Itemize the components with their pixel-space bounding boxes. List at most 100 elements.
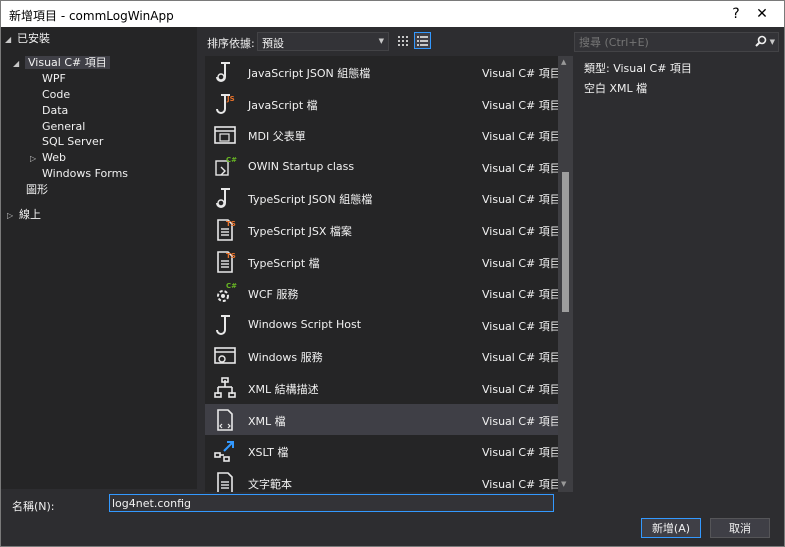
template-row[interactable]: MDI 父表單 Visual C# 項目 (205, 119, 558, 150)
template-language: Visual C# 項目 (482, 288, 558, 302)
sort-label: 排序依據: (207, 37, 255, 50)
dropdown-arrow-icon: ▼ (378, 37, 384, 45)
name-label: 名稱(N): (12, 500, 55, 513)
svg-text:TS: TS (226, 252, 236, 260)
category-tree: ◢ 已安裝 ◢ Visual C# 項目 WPF Code Data General… (1, 27, 197, 489)
mdi-form-icon (213, 123, 237, 147)
collapsed-arrow-icon[interactable]: ▷ (30, 151, 42, 167)
ts-file-icon: TS (213, 250, 237, 274)
tree-node-installed[interactable]: ◢ 已安裝 (5, 31, 50, 47)
tree-node-code[interactable]: Code (42, 87, 70, 103)
template-list: JavaScript JSON 組態檔 Visual C# 項目 JS JavaScr… (205, 56, 558, 492)
template-row[interactable]: XSLT 檔 Visual C# 項目 (205, 435, 558, 466)
json-file-icon (213, 60, 237, 84)
template-language: Visual C# 項目 (482, 351, 558, 365)
template-row[interactable]: TS TypeScript JSX 檔案 Visual C# 項目 (205, 214, 558, 245)
tree-node-label: Web (42, 151, 66, 164)
template-name: WCF 服務 (248, 288, 299, 302)
cancel-button[interactable]: 取消 (710, 518, 770, 538)
template-language: Visual C# 項目 (482, 383, 558, 396)
template-language: Visual C# 項目 (482, 225, 558, 238)
details-pane: 類型: Visual C# 項目 空白 XML 檔 (574, 56, 784, 492)
tree-node-web[interactable]: ▷ Web (30, 150, 66, 166)
expanded-arrow-icon[interactable]: ◢ (5, 32, 17, 48)
js-file-icon: JS (213, 92, 237, 116)
grid-view-button[interactable] (394, 32, 411, 49)
template-name: Windows Script Host (248, 317, 362, 331)
template-language: Visual C# 項目 (482, 319, 558, 333)
template-language: Visual C# 項目 (482, 98, 558, 112)
sort-dropdown[interactable]: 預設 ▼ (257, 32, 389, 51)
template-row[interactable]: Windows Script Host Visual C# 項目 (205, 309, 558, 340)
xml-schema-icon (213, 376, 237, 400)
template-name: JavaScript 檔 (248, 98, 318, 112)
scroll-down-arrow-icon[interactable]: ▼ (561, 480, 566, 488)
tree-node-label: Visual C# 項目 (25, 56, 110, 69)
tree-node-wpf[interactable]: WPF (42, 71, 66, 87)
template-row[interactable]: 文字範本 Visual C# 項目 (205, 467, 558, 492)
template-language: Visual C# 項目 (482, 161, 558, 175)
item-description: 空白 XML 檔 (584, 82, 648, 95)
json-file-icon (213, 186, 237, 210)
template-row[interactable]: JavaScript JSON 組態檔 Visual C# 項目 (205, 56, 558, 87)
add-button[interactable]: 新增(A) (641, 518, 701, 538)
template-name: TypeScript 檔 (248, 256, 320, 270)
add-new-item-dialog: 新增項目 - commLogWinApp ? ✕ ◢ 已安裝 ◢ Visual C#… (0, 0, 785, 547)
xml-file-icon (213, 408, 237, 432)
list-view-button[interactable] (414, 32, 431, 49)
template-language: Visual C# 項目 (482, 67, 558, 80)
tree-node-sql-server[interactable]: SQL Server (42, 134, 103, 150)
template-language: Visual C# 項目 (482, 193, 558, 207)
scroll-up-arrow-icon[interactable]: ▲ (561, 58, 566, 66)
tree-node-windows-forms[interactable]: Windows Forms (42, 166, 128, 182)
tree-node-visual-cs[interactable]: ◢ Visual C# 項目 (13, 55, 110, 71)
template-row[interactable]: C# WCF 服務 Visual C# 項目 (205, 277, 558, 308)
svg-text:C#: C# (226, 156, 237, 164)
ts-file-icon: TS (213, 218, 237, 242)
template-name: XML 檔 (248, 414, 286, 428)
tree-node-general[interactable]: General (42, 119, 85, 135)
template-language: Visual C# 項目 (482, 256, 558, 270)
svg-text:C#: C# (226, 282, 237, 290)
template-name: XSLT 檔 (248, 446, 289, 460)
template-row[interactable]: XML 結構描述 Visual C# 項目 (205, 372, 558, 403)
wcf-service-icon: C# (213, 281, 237, 305)
owin-icon: C# (213, 155, 237, 179)
template-name: 文字範本 (248, 477, 292, 491)
window-title: 新增項目 - commLogWinApp (9, 9, 174, 23)
template-language: Visual C# 項目 (482, 446, 558, 460)
template-row[interactable]: TypeScript JSON 組態檔 Visual C# 項目 (205, 182, 558, 213)
template-language: Visual C# 項目 (482, 477, 558, 491)
close-button[interactable]: ✕ (747, 3, 777, 25)
scrollbar-thumb[interactable] (562, 172, 569, 312)
windows-service-icon (213, 344, 237, 368)
template-row[interactable]: TS TypeScript 檔 Visual C# 項目 (205, 246, 558, 277)
grid-view-icon (398, 36, 408, 46)
template-name: Windows 服務 (248, 351, 323, 365)
name-field[interactable] (109, 494, 554, 512)
dialog-body: ◢ 已安裝 ◢ Visual C# 項目 WPF Code Data General… (1, 27, 784, 546)
template-language: Visual C# 項目 (482, 130, 558, 144)
tree-node-data[interactable]: Data (42, 103, 68, 119)
search-box[interactable]: ▼ (574, 32, 779, 52)
collapsed-arrow-icon[interactable]: ▷ (7, 208, 19, 224)
template-row[interactable]: Windows 服務 Visual C# 項目 (205, 340, 558, 371)
template-row[interactable]: XML 檔 Visual C# 項目 (205, 403, 558, 435)
vertical-scrollbar[interactable]: ▲ ▼ (558, 56, 573, 492)
template-name: JavaScript JSON 組態檔 (248, 67, 371, 80)
search-options-arrow-icon[interactable]: ▼ (770, 38, 775, 46)
title-bar: 新增項目 - commLogWinApp ? ✕ (1, 1, 784, 27)
sort-value: 預設 (262, 37, 284, 50)
template-row[interactable]: JS JavaScript 檔 Visual C# 項目 (205, 88, 558, 119)
list-view-icon (417, 36, 428, 46)
tree-node-label: 已安裝 (17, 32, 50, 45)
template-row[interactable]: C# OWIN Startup class Visual C# 項目 (205, 151, 558, 182)
tree-node-graphics[interactable]: 圖形 (26, 182, 48, 198)
search-icon[interactable] (755, 35, 767, 47)
tree-node-online[interactable]: ▷ 線上 (7, 207, 41, 223)
template-name: TypeScript JSX 檔案 (248, 225, 352, 238)
template-name: TypeScript JSON 組態檔 (248, 193, 373, 207)
expanded-arrow-icon[interactable]: ◢ (13, 56, 25, 72)
svg-text:JS: JS (226, 95, 235, 103)
search-input[interactable] (577, 34, 751, 50)
